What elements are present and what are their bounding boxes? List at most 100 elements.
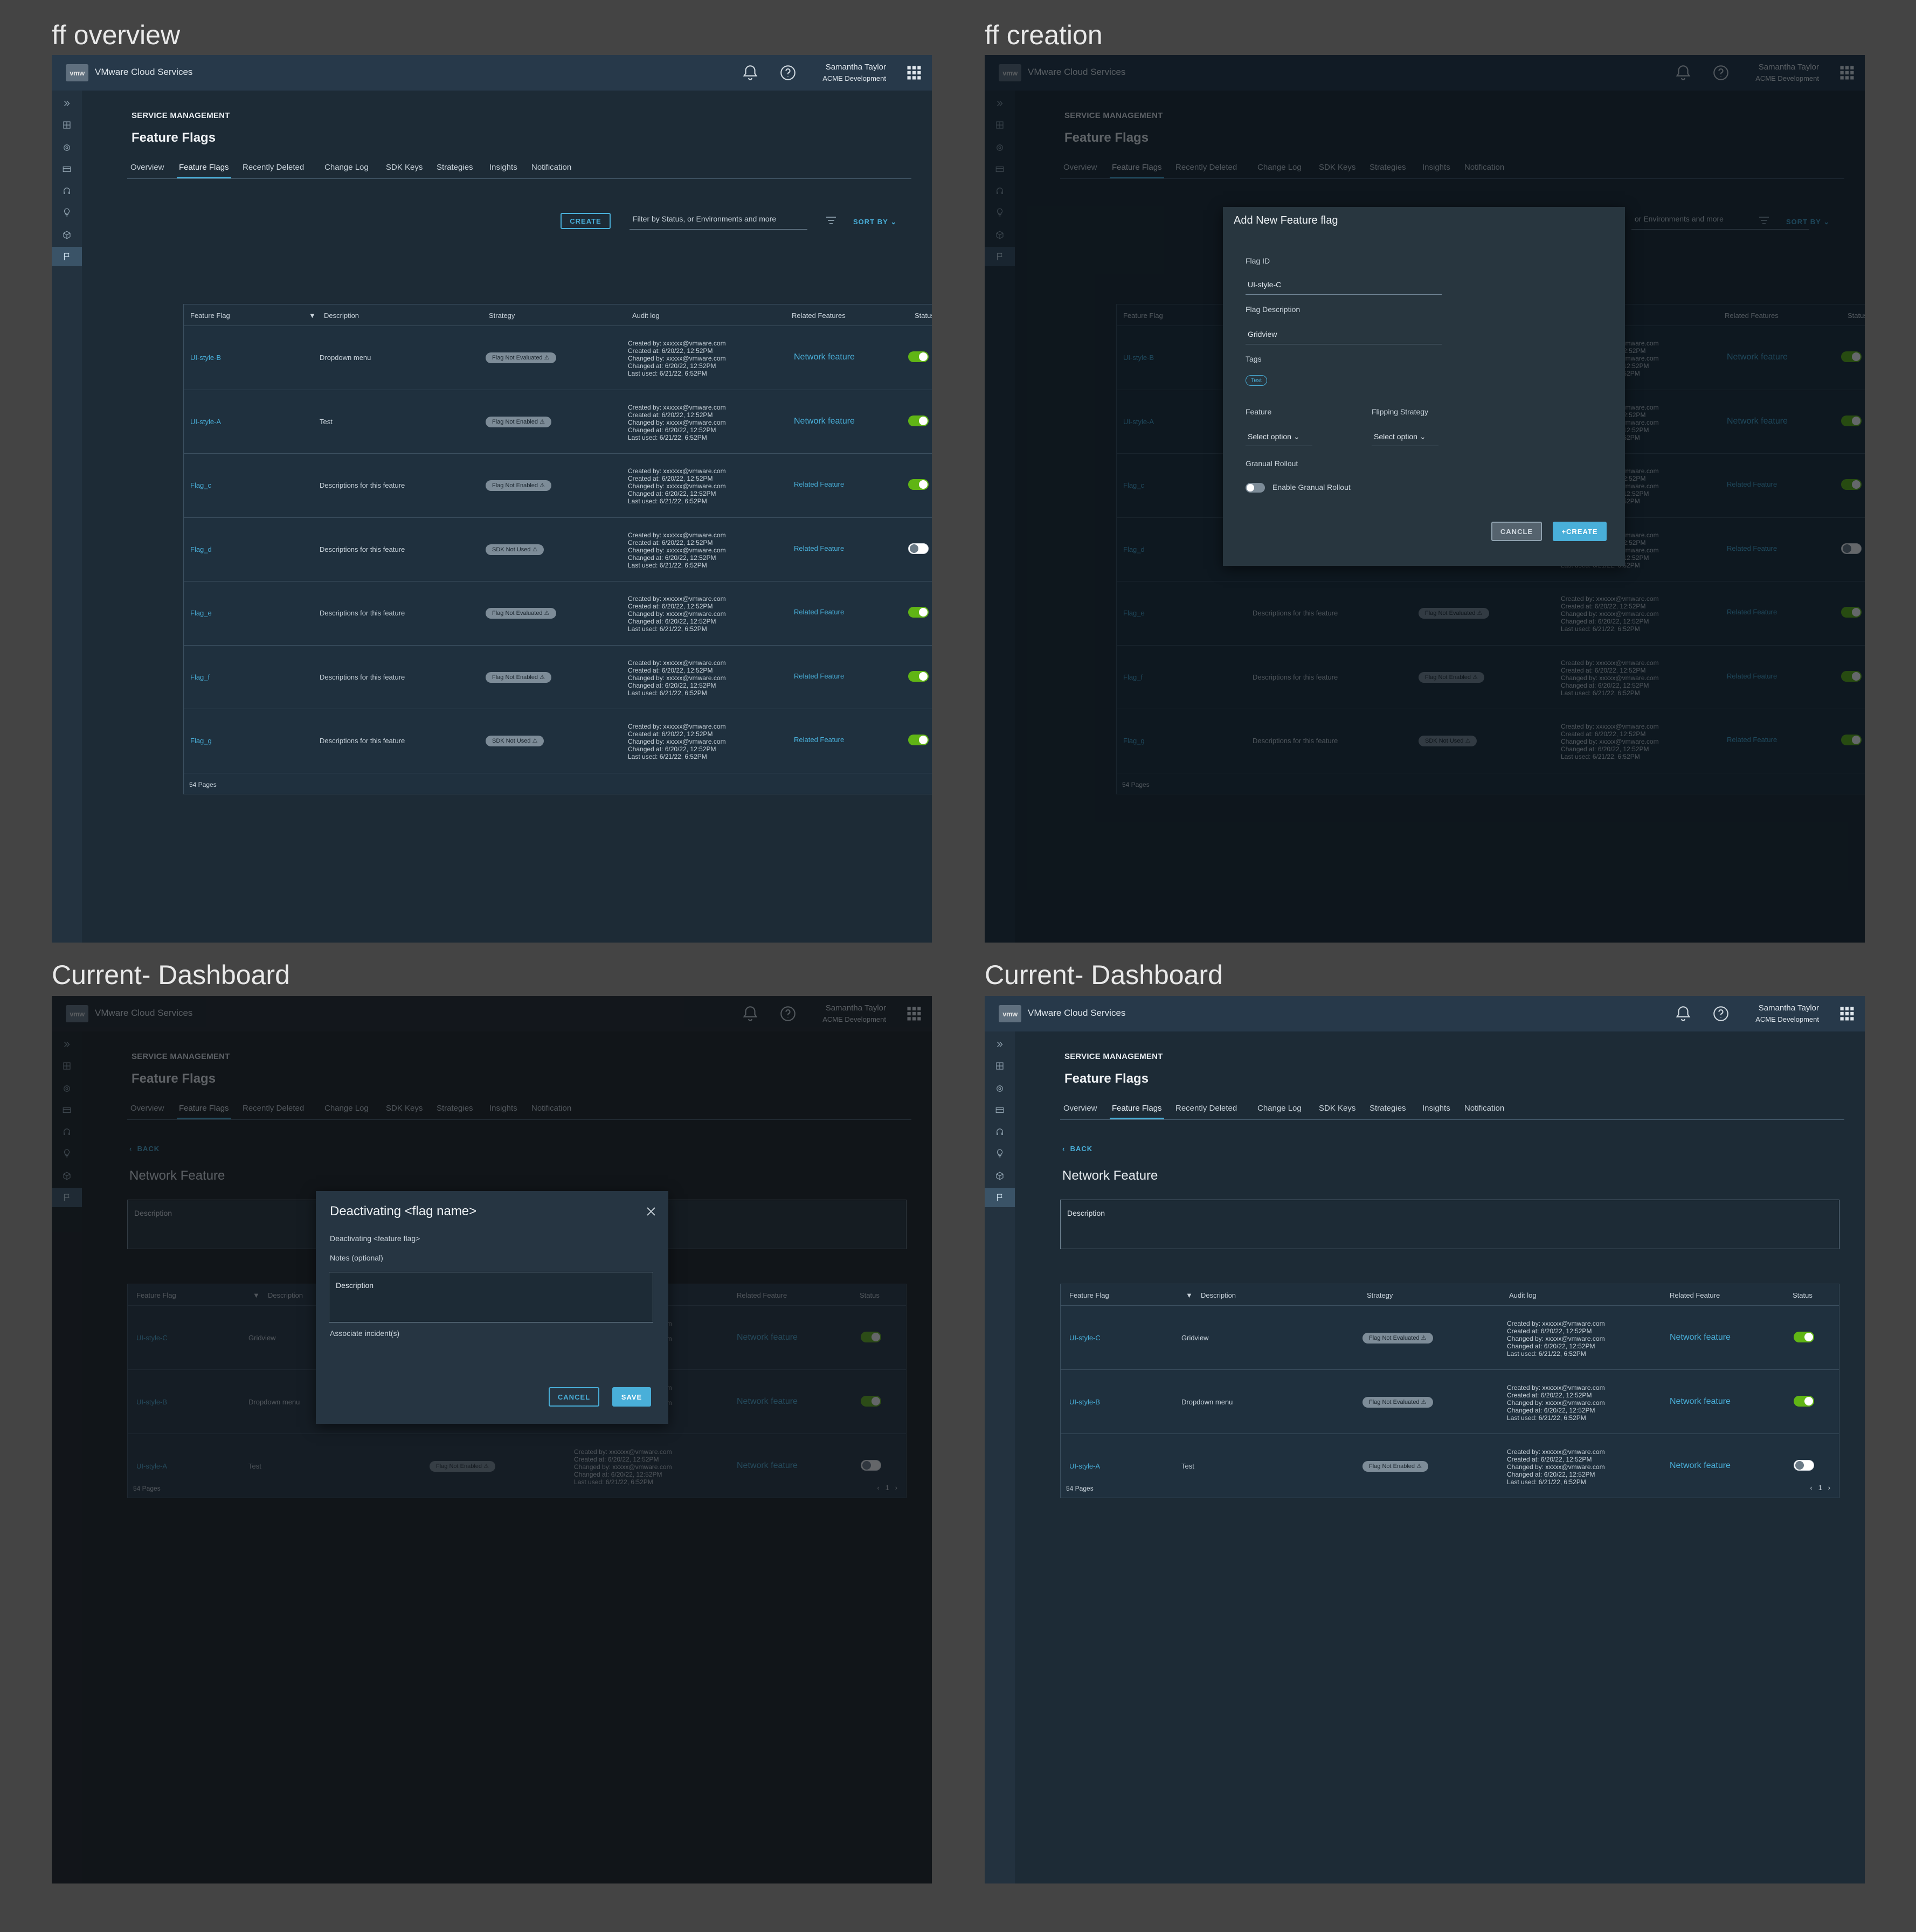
chevron-left-icon[interactable]: ‹ [1810, 1484, 1812, 1492]
col-feature-flag[interactable]: Feature Flag [136, 1291, 176, 1299]
tab-recently-deleted[interactable]: Recently Deleted [1175, 1104, 1237, 1113]
sidebar-item-packages[interactable] [52, 1166, 82, 1186]
related-feature-link[interactable]: Related Feature [794, 672, 844, 680]
col-status[interactable]: Status [1793, 1291, 1813, 1299]
table-row[interactable]: UI-style-B Dropdown menu Flag Not Evaluate… [184, 326, 932, 390]
related-feature-link[interactable]: Network feature [1670, 1461, 1731, 1471]
col-related-feature[interactable]: Related Feature [1670, 1291, 1720, 1299]
help-icon[interactable] [779, 64, 797, 82]
flag-id-input[interactable]: UI-style-C [1246, 280, 1442, 295]
flag-name-link[interactable]: Flag_g [190, 737, 212, 745]
cancel-button[interactable]: CANCLE [1491, 522, 1542, 541]
related-feature-link[interactable]: Related Feature [794, 544, 844, 552]
chevron-right-icon[interactable]: › [1828, 1484, 1830, 1492]
chevron-left-icon[interactable]: ‹ [877, 1484, 879, 1492]
tab-notification[interactable]: Notification [531, 163, 571, 172]
flag-name-link[interactable]: UI-style-A [190, 418, 221, 426]
status-toggle[interactable] [908, 479, 929, 490]
related-feature-link[interactable]: Related Feature [794, 736, 844, 744]
filter-funnel-icon[interactable]: ▼ [309, 311, 316, 320]
sidebar-item-ideas[interactable] [985, 1144, 1015, 1163]
description-box[interactable]: Description [1060, 1200, 1839, 1249]
col-feature-flag[interactable]: Feature Flag [1069, 1291, 1109, 1299]
user-menu[interactable]: Samantha Taylor ACME Development [822, 1002, 886, 1025]
status-toggle[interactable] [908, 415, 929, 426]
granular-rollout-toggle[interactable] [1246, 483, 1265, 493]
vmware-logo[interactable]: vmw [66, 64, 88, 81]
tab-strategies[interactable]: Strategies [437, 1104, 473, 1113]
related-feature-link[interactable]: Network feature [737, 1333, 798, 1342]
app-grid-icon[interactable] [906, 65, 922, 81]
tab-sdk-keys[interactable]: SDK Keys [1319, 1104, 1355, 1113]
related-feature-link[interactable]: Network feature [1670, 1397, 1731, 1407]
tab-change-log[interactable]: Change Log [324, 163, 369, 172]
sidebar-item-billing[interactable] [52, 160, 82, 179]
tab-change-log[interactable]: Change Log [1257, 1104, 1302, 1113]
status-toggle[interactable] [1794, 1396, 1814, 1407]
sidebar-item-settings[interactable] [985, 1079, 1015, 1098]
tab-sdk-keys[interactable]: SDK Keys [386, 163, 423, 172]
status-toggle[interactable] [908, 607, 929, 618]
sidebar-item-support[interactable] [52, 181, 82, 200]
table-row[interactable]: Flag_c Descriptions for this feature Flag … [184, 454, 932, 518]
back-link[interactable]: ‹ BACK [129, 1145, 160, 1153]
sidebar-item-feature-flags[interactable] [52, 247, 82, 266]
tab-overview[interactable]: Overview [130, 1104, 164, 1113]
sidebar-expand[interactable] [52, 94, 82, 113]
col-audit-log[interactable]: Audit log [632, 311, 660, 320]
table-row[interactable]: UI-style-C Gridview Flag Not Evaluated ⚠ Cr… [1061, 1306, 1839, 1370]
sidebar-item-dashboard[interactable] [52, 1056, 82, 1076]
flag-name-link[interactable]: UI-style-C [1069, 1334, 1101, 1342]
sidebar-item-settings[interactable] [52, 1079, 82, 1098]
sidebar-item-support[interactable] [985, 1122, 1015, 1141]
chevron-right-icon[interactable]: › [895, 1484, 897, 1492]
status-toggle[interactable] [1794, 1460, 1814, 1471]
tab-insights[interactable]: Insights [1422, 1104, 1450, 1113]
status-toggle[interactable] [908, 351, 929, 362]
sidebar-item-feature-flags[interactable] [52, 1188, 82, 1207]
sidebar-item-settings[interactable] [52, 138, 82, 157]
col-feature-flag[interactable]: Feature Flag [190, 311, 230, 320]
col-description[interactable]: Description [1201, 1291, 1236, 1299]
col-description[interactable]: Description [268, 1291, 303, 1299]
tab-feature-flags[interactable]: Feature Flags [1110, 1104, 1164, 1119]
col-related-features[interactable]: Related Features [792, 311, 846, 320]
pagination[interactable]: ‹ 1 › [877, 1484, 897, 1492]
flag-name-link[interactable]: UI-style-C [136, 1334, 168, 1342]
create-button[interactable]: +CREATE [1553, 522, 1607, 541]
filter-lines-icon[interactable] [825, 216, 837, 225]
table-row[interactable]: Flag_d Descriptions for this feature SDK N… [184, 518, 932, 581]
related-feature-link[interactable]: Related Feature [794, 480, 844, 488]
bell-icon[interactable] [741, 64, 759, 82]
tab-notification[interactable]: Notification [531, 1104, 571, 1113]
help-icon[interactable] [779, 1005, 797, 1023]
app-grid-icon[interactable] [906, 1006, 922, 1022]
flag-description-input[interactable]: Gridview [1246, 330, 1442, 344]
help-icon[interactable] [1712, 1005, 1730, 1023]
save-button[interactable]: SAVE [612, 1387, 651, 1407]
app-title[interactable]: VMware Cloud Services [95, 1008, 192, 1019]
tab-overview[interactable]: Overview [1063, 1104, 1097, 1113]
flag-name-link[interactable]: Flag_e [190, 609, 212, 617]
feature-select[interactable]: Select option ⌄ [1246, 432, 1312, 446]
create-button[interactable]: CREATE [561, 213, 611, 229]
status-toggle[interactable] [861, 1396, 881, 1407]
status-toggle[interactable] [908, 543, 929, 554]
status-toggle[interactable] [908, 735, 929, 745]
tag-chip[interactable]: Test [1246, 375, 1267, 386]
table-row[interactable]: UI-style-B Dropdown menu Flag Not Evaluate… [1061, 1370, 1839, 1434]
status-toggle[interactable] [861, 1460, 881, 1471]
col-strategy[interactable]: Strategy [1367, 1291, 1393, 1299]
tab-strategies[interactable]: Strategies [437, 163, 473, 172]
notes-textarea[interactable]: Description [329, 1272, 653, 1322]
tab-feature-flags[interactable]: Feature Flags [177, 1104, 231, 1119]
flag-name-link[interactable]: Flag_f [190, 673, 210, 681]
related-feature-link[interactable]: Network feature [737, 1461, 798, 1471]
sidebar-expand[interactable] [52, 1035, 82, 1054]
tab-notification[interactable]: Notification [1464, 1104, 1504, 1113]
col-description[interactable]: Description [324, 311, 359, 320]
status-toggle[interactable] [861, 1332, 881, 1342]
status-toggle[interactable] [908, 670, 929, 682]
sidebar-item-packages[interactable] [985, 1166, 1015, 1186]
app-title[interactable]: VMware Cloud Services [1028, 1008, 1125, 1019]
